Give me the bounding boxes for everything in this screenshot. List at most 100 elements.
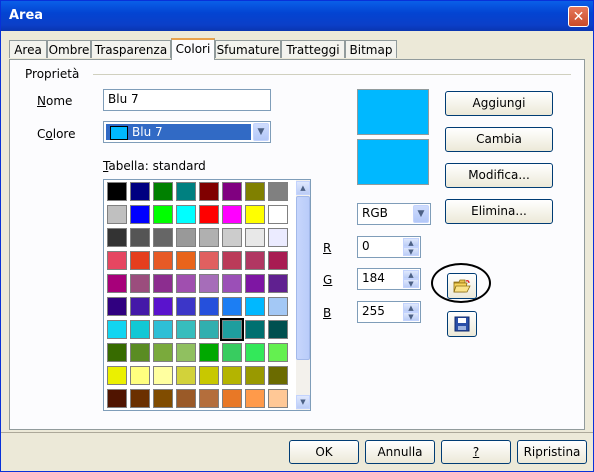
palette-swatch[interactable]	[130, 251, 150, 270]
palette-swatch[interactable]	[176, 389, 196, 408]
palette-swatch[interactable]	[245, 343, 265, 362]
palette-swatch[interactable]	[268, 182, 288, 201]
tab-tratteggi[interactable]: Tratteggi	[281, 40, 345, 58]
palette-swatch[interactable]	[199, 297, 219, 316]
palette-swatch[interactable]	[199, 182, 219, 201]
cancel-button[interactable]: Annulla	[365, 440, 435, 464]
palette-swatch[interactable]	[176, 366, 196, 385]
b-spinner[interactable]: 255 ▲ ▼	[357, 301, 421, 323]
palette-swatch[interactable]	[107, 251, 127, 270]
palette-swatch[interactable]	[153, 343, 173, 362]
palette-swatch[interactable]	[199, 274, 219, 293]
tab-bitmap[interactable]: Bitmap	[345, 40, 397, 58]
palette-swatch[interactable]	[107, 205, 127, 224]
palette-swatch[interactable]	[107, 343, 127, 362]
palette-swatch[interactable]	[245, 320, 265, 339]
palette-swatch[interactable]	[176, 274, 196, 293]
palette-swatch[interactable]	[153, 274, 173, 293]
palette-swatch[interactable]	[153, 297, 173, 316]
palette-swatch[interactable]	[153, 228, 173, 247]
reset-button[interactable]: Ripristina	[517, 440, 587, 464]
palette-swatch[interactable]	[107, 389, 127, 408]
palette-swatch[interactable]	[199, 228, 219, 247]
palette-swatch[interactable]	[222, 228, 242, 247]
scroll-thumb[interactable]	[296, 196, 310, 360]
tab-ombre[interactable]: Ombre	[47, 40, 91, 58]
palette-swatch[interactable]	[222, 297, 242, 316]
g-spin-buttons[interactable]: ▲ ▼	[403, 270, 419, 288]
palette-swatch[interactable]	[176, 251, 196, 270]
palette-swatch[interactable]	[220, 318, 244, 341]
palette-swatch[interactable]	[268, 251, 288, 270]
r-spinner[interactable]: 0 ▲ ▼	[357, 236, 421, 258]
palette-swatch[interactable]	[130, 182, 150, 201]
palette-swatch[interactable]	[245, 297, 265, 316]
palette-swatch[interactable]	[153, 366, 173, 385]
palette-swatch[interactable]	[222, 366, 242, 385]
palette-swatch[interactable]	[130, 366, 150, 385]
palette-swatch[interactable]	[222, 389, 242, 408]
palette-swatch[interactable]	[176, 343, 196, 362]
palette-swatch[interactable]	[107, 182, 127, 201]
palette-swatch[interactable]	[130, 297, 150, 316]
scroll-up-icon[interactable]: ▲	[296, 181, 310, 195]
palette-swatch[interactable]	[176, 297, 196, 316]
palette-swatch[interactable]	[222, 251, 242, 270]
palette-swatch[interactable]	[268, 205, 288, 224]
chevron-down-icon[interactable]: ▼	[253, 123, 269, 141]
palette-swatch[interactable]	[199, 251, 219, 270]
palette-swatch[interactable]	[107, 320, 127, 339]
change-button[interactable]: Cambia	[445, 127, 553, 152]
close-icon[interactable]: ✕	[568, 6, 589, 27]
palette-swatch[interactable]	[130, 320, 150, 339]
r-spin-buttons[interactable]: ▲ ▼	[403, 238, 419, 256]
palette-swatch[interactable]	[153, 389, 173, 408]
palette-swatch[interactable]	[153, 205, 173, 224]
palette-swatch[interactable]	[107, 228, 127, 247]
title-bar[interactable]: Area ✕	[1, 1, 593, 31]
g-spinner[interactable]: 184 ▲ ▼	[357, 268, 421, 290]
palette-swatch[interactable]	[199, 343, 219, 362]
palette-swatch[interactable]	[268, 228, 288, 247]
palette-swatch[interactable]	[245, 228, 265, 247]
load-palette-button[interactable]	[447, 273, 477, 299]
tab-trasparenza[interactable]: Trasparenza	[91, 40, 171, 58]
tab-area[interactable]: Area	[9, 40, 47, 58]
color-model-select[interactable]: RGB ▼	[357, 203, 431, 225]
ok-button[interactable]: OK	[289, 440, 359, 464]
palette-swatch[interactable]	[199, 205, 219, 224]
tab-sfumature[interactable]: Sfumature	[215, 40, 281, 58]
palette-swatch[interactable]	[268, 297, 288, 316]
palette-swatch[interactable]	[130, 389, 150, 408]
palette-swatch[interactable]	[222, 182, 242, 201]
name-input[interactable]: Blu 7	[103, 89, 271, 111]
palette-swatch[interactable]	[199, 389, 219, 408]
palette-swatch[interactable]	[199, 366, 219, 385]
palette-swatch[interactable]	[153, 320, 173, 339]
palette-swatch[interactable]	[222, 343, 242, 362]
palette-swatch[interactable]	[176, 320, 196, 339]
palette-swatch[interactable]	[268, 389, 288, 408]
palette-swatch[interactable]	[107, 366, 127, 385]
edit-button[interactable]: Modifica...	[445, 163, 553, 188]
palette-swatch[interactable]	[268, 274, 288, 293]
palette-swatch[interactable]	[176, 182, 196, 201]
color-select[interactable]: Blu 7 ▼	[103, 121, 271, 143]
b-spin-buttons[interactable]: ▲ ▼	[403, 303, 419, 321]
tab-colori[interactable]: Colori	[171, 38, 215, 60]
palette-swatch[interactable]	[245, 389, 265, 408]
palette-swatch[interactable]	[222, 274, 242, 293]
palette-scrollbar[interactable]: ▲ ▼	[296, 180, 310, 410]
palette-swatch[interactable]	[130, 274, 150, 293]
palette-swatch[interactable]	[245, 366, 265, 385]
palette-swatch[interactable]	[268, 366, 288, 385]
help-button[interactable]: ?	[441, 440, 511, 464]
palette-swatch[interactable]	[176, 228, 196, 247]
chevron-down-icon[interactable]: ▼	[413, 205, 429, 223]
palette-swatch[interactable]	[130, 343, 150, 362]
palette-swatch[interactable]	[222, 205, 242, 224]
delete-button[interactable]: Elimina...	[445, 199, 553, 224]
palette-swatch[interactable]	[107, 297, 127, 316]
palette-swatch[interactable]	[245, 251, 265, 270]
palette-swatch[interactable]	[107, 274, 127, 293]
